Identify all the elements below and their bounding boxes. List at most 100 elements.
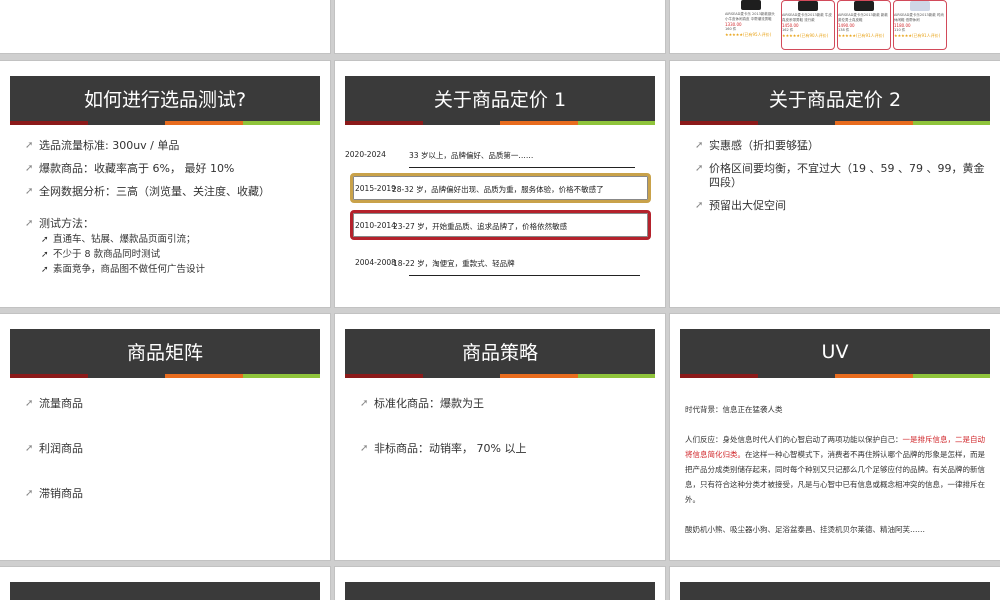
- title-stripe: [345, 121, 655, 125]
- uv-body: 时代背景：信息正在猛袭人类 人们反应：身处信息时代人们的心智启动了两项功能以保护…: [685, 402, 985, 537]
- bullet-text: 全网数据分析：三高（浏览量、关注度、收藏）: [39, 185, 270, 198]
- timeline-row: 2020-2024 33 岁以上，品牌偏好、品质第一……: [345, 141, 645, 168]
- slide-selection-test[interactable]: 如何进行选品测试? ➚ 选品流量标准: 300uv / 单品 ➚ 爆款商品：收藏率高…: [0, 61, 330, 307]
- uv-reaction-paragraph: 人们反应：身处信息时代人们的心智启动了两项功能以保护自己：一是排斥信息，二是自动…: [685, 432, 985, 507]
- bullet-text: 标准化商品：爆款为王: [374, 397, 484, 410]
- product-rating: ★★★★★(已有95人评价): [725, 32, 777, 38]
- arrow-icon: ➚: [41, 235, 49, 245]
- timeline-line: [409, 275, 640, 276]
- bullet-item: ➚ 标准化商品：爆款为王: [360, 397, 650, 411]
- product-reviews: (已有91人评价): [855, 33, 885, 38]
- title-stripe: [10, 121, 320, 125]
- sub-bullet: ➚ 直通车、钻展、爆款品页面引流；: [41, 234, 315, 246]
- bullet-text: 流量商品: [39, 397, 83, 410]
- sub-bullet: ➚ 不少于 8 款商品同时测试: [41, 249, 315, 261]
- arrow-icon: ➚: [695, 140, 704, 151]
- slide-partial-top-right[interactable]: AIRSEAD麦卡乐 2013新款钢头 小牛皮休闲真皮 中帮潮流男鞋 1330.…: [670, 0, 1000, 53]
- timeline-text: 23-27 岁，开始重品质、追求品牌了，价格依然敏感: [393, 222, 568, 231]
- timeline-row: 2010-2014 23-27 岁，开始重品质、追求品牌了，价格依然敏感: [355, 212, 645, 238]
- stars-icon: ★★★★★: [725, 32, 743, 37]
- slide-pricing-1[interactable]: 关于商品定价 1 2020-2024 33 岁以上，品牌偏好、品质第一…… 201…: [335, 61, 665, 307]
- bullet-text: 滞销商品: [39, 487, 83, 500]
- bullet-item: ➚ 预留出大促空间: [695, 199, 985, 213]
- timeline-text: 33 岁以上，品牌偏好、品质第一……: [409, 151, 534, 160]
- product-card: AIRSEAD麦卡乐2013新款 牛皮 真皮系带男鞋 流行款 1450.00 1…: [781, 0, 835, 50]
- product-desc: AIRSEAD麦卡乐2013新款 时尚休闲鞋 低帮休闲: [894, 13, 944, 22]
- slide-product-strategy[interactable]: 商品策略 ➚ 标准化商品：爆款为王 ➚ 非标商品：动销率， 70% 以上: [335, 314, 665, 560]
- slide-partial-bottom-left[interactable]: [0, 567, 330, 600]
- arrow-icon: ➚: [25, 163, 34, 174]
- product-card: AIRSEAD麦卡乐 2013新款钢头 小牛皮休闲真皮 中帮潮流男鞋 1330.…: [725, 0, 777, 48]
- slide-title: 商品矩阵: [10, 329, 320, 374]
- slide-title-bar: [10, 582, 320, 600]
- slide-partial-top-left[interactable]: [0, 0, 330, 53]
- stars-icon: ★★★★★: [782, 33, 800, 38]
- product-rating: ★★★★★(已有91人评价): [838, 33, 890, 39]
- arrow-icon: ➚: [360, 443, 369, 454]
- timeline-row: 2004-2008 18-22 岁，淘便宜，重款式、轻品牌: [355, 249, 645, 276]
- bullet-list: ➚ 标准化商品：爆款为王 ➚ 非标商品：动销率， 70% 以上: [360, 397, 650, 465]
- slide-partial-bottom-center[interactable]: [335, 567, 665, 600]
- timeline-year: 2020-2024: [345, 150, 386, 159]
- bullet-text: 非标商品：动销率， 70% 以上: [374, 442, 527, 455]
- sub-bullet-text: 素面竞争，商品图不做任何广告设计: [53, 264, 206, 275]
- slide-partial-top-center[interactable]: [335, 0, 665, 53]
- bullet-item: ➚ 价格区间要均衡，不宜过大（19 、59 、79 、99，黄金四段）: [695, 162, 985, 190]
- bullet-list: ➚ 流量商品 ➚ 利润商品 ➚ 滞销商品: [25, 397, 315, 510]
- arrow-icon: ➚: [695, 200, 704, 211]
- product-card: AIRSEAD麦卡乐2013新款 新款英伦男士真皮鞋 1490.00 138 件…: [837, 0, 891, 50]
- timeline-year: 2010-2014: [355, 221, 396, 230]
- bullet-item: ➚ 滞销商品: [25, 487, 315, 501]
- product-desc: AIRSEAD麦卡乐2013新款 牛皮 真皮系带男鞋 流行款: [782, 13, 832, 22]
- uv-examples-text: 酸奶机小熊、吸尘器小狗、足浴盆泰昌、挂烫机贝尔莱德、精油阿芙……: [685, 525, 925, 534]
- product-rating: ★★★★★(已有90人评价): [782, 33, 834, 39]
- uv-reaction-text: 人们反应：身处信息时代人们的心智启动了两项功能以保护自己：: [685, 435, 903, 444]
- timeline-text: 28-32 岁，品牌偏好出现、品质为重，服务体验，价格不敏感了: [392, 185, 604, 194]
- arrow-icon: ➚: [25, 140, 34, 151]
- uv-background-text: 时代背景：信息正在猛袭人类: [685, 405, 783, 414]
- timeline-text: 18-22 岁，淘便宜，重款式、轻品牌: [393, 259, 515, 268]
- slide-title: 关于商品定价 2: [680, 76, 990, 121]
- arrow-icon: ➚: [360, 398, 369, 409]
- arrow-icon: ➚: [25, 488, 34, 499]
- bullet-item: ➚ 实惠感（折扣要够猛）: [695, 139, 985, 153]
- bullet-item: ➚ 爆款商品：收藏率高于 6%， 最好 10%: [25, 162, 315, 176]
- bullet-item: ➚ 流量商品: [25, 397, 315, 411]
- arrow-icon: ➚: [25, 443, 34, 454]
- product-desc: AIRSEAD麦卡乐2013新款 新款英伦男士真皮鞋: [838, 13, 888, 22]
- bullet-text: 利润商品: [39, 442, 83, 455]
- product-reviews: (已有95人评价): [742, 32, 772, 37]
- product-desc: AIRSEAD麦卡乐 2013新款钢头 小牛皮休闲真皮 中帮潮流男鞋: [725, 12, 775, 21]
- bullet-text: 测试方法：: [39, 217, 94, 230]
- arrow-icon: ➚: [41, 250, 49, 260]
- arrow-icon: ➚: [695, 163, 704, 174]
- product-image: [910, 1, 930, 11]
- sub-bullet-text: 不少于 8 款商品同时测试: [53, 249, 161, 260]
- title-stripe: [10, 374, 320, 378]
- bullet-text: 实惠感（折扣要够猛）: [709, 139, 819, 152]
- bullet-text: 预留出大促空间: [709, 199, 786, 212]
- product-image: [798, 1, 818, 11]
- slide-product-matrix[interactable]: 商品矩阵 ➚ 流量商品 ➚ 利润商品 ➚ 滞销商品: [0, 314, 330, 560]
- slide-title: 如何进行选品测试?: [10, 76, 320, 121]
- bullet-item: ➚ 利润商品: [25, 442, 315, 456]
- slide-pricing-2[interactable]: 关于商品定价 2 ➚ 实惠感（折扣要够猛） ➚ 价格区间要均衡，不宜过大（19 、5…: [670, 61, 1000, 307]
- bullet-list: ➚ 选品流量标准: 300uv / 单品 ➚ 爆款商品：收藏率高于 6%， 最好 1…: [25, 139, 315, 279]
- stars-icon: ★★★★★: [838, 33, 856, 38]
- slide-title-bar: [345, 582, 655, 600]
- timeline-line: [409, 167, 635, 168]
- title-stripe: [345, 374, 655, 378]
- slide-partial-bottom-right[interactable]: [670, 567, 1000, 600]
- product-reviews: (已有90人评价): [799, 33, 829, 38]
- arrow-icon: ➚: [25, 186, 34, 197]
- product-image: [741, 0, 761, 10]
- product-reviews: (已有91人评价): [911, 33, 941, 38]
- arrow-icon: ➚: [41, 265, 49, 275]
- slide-uv[interactable]: UV 时代背景：信息正在猛袭人类 人们反应：身处信息时代人们的心智启动了两项功能…: [670, 314, 1000, 560]
- sub-bullet-text: 直通车、钻展、爆款品页面引流；: [53, 234, 196, 245]
- bullet-item: ➚ 测试方法：: [25, 217, 315, 231]
- timeline-year: 2004-2008: [355, 258, 396, 267]
- product-grid: AIRSEAD麦卡乐 2013新款钢头 小牛皮休闲真皮 中帮潮流男鞋 1330.…: [725, 0, 950, 50]
- bullet-list: ➚ 实惠感（折扣要够猛） ➚ 价格区间要均衡，不宜过大（19 、59 、79 、99…: [695, 139, 985, 222]
- slide-title-bar: [680, 582, 990, 600]
